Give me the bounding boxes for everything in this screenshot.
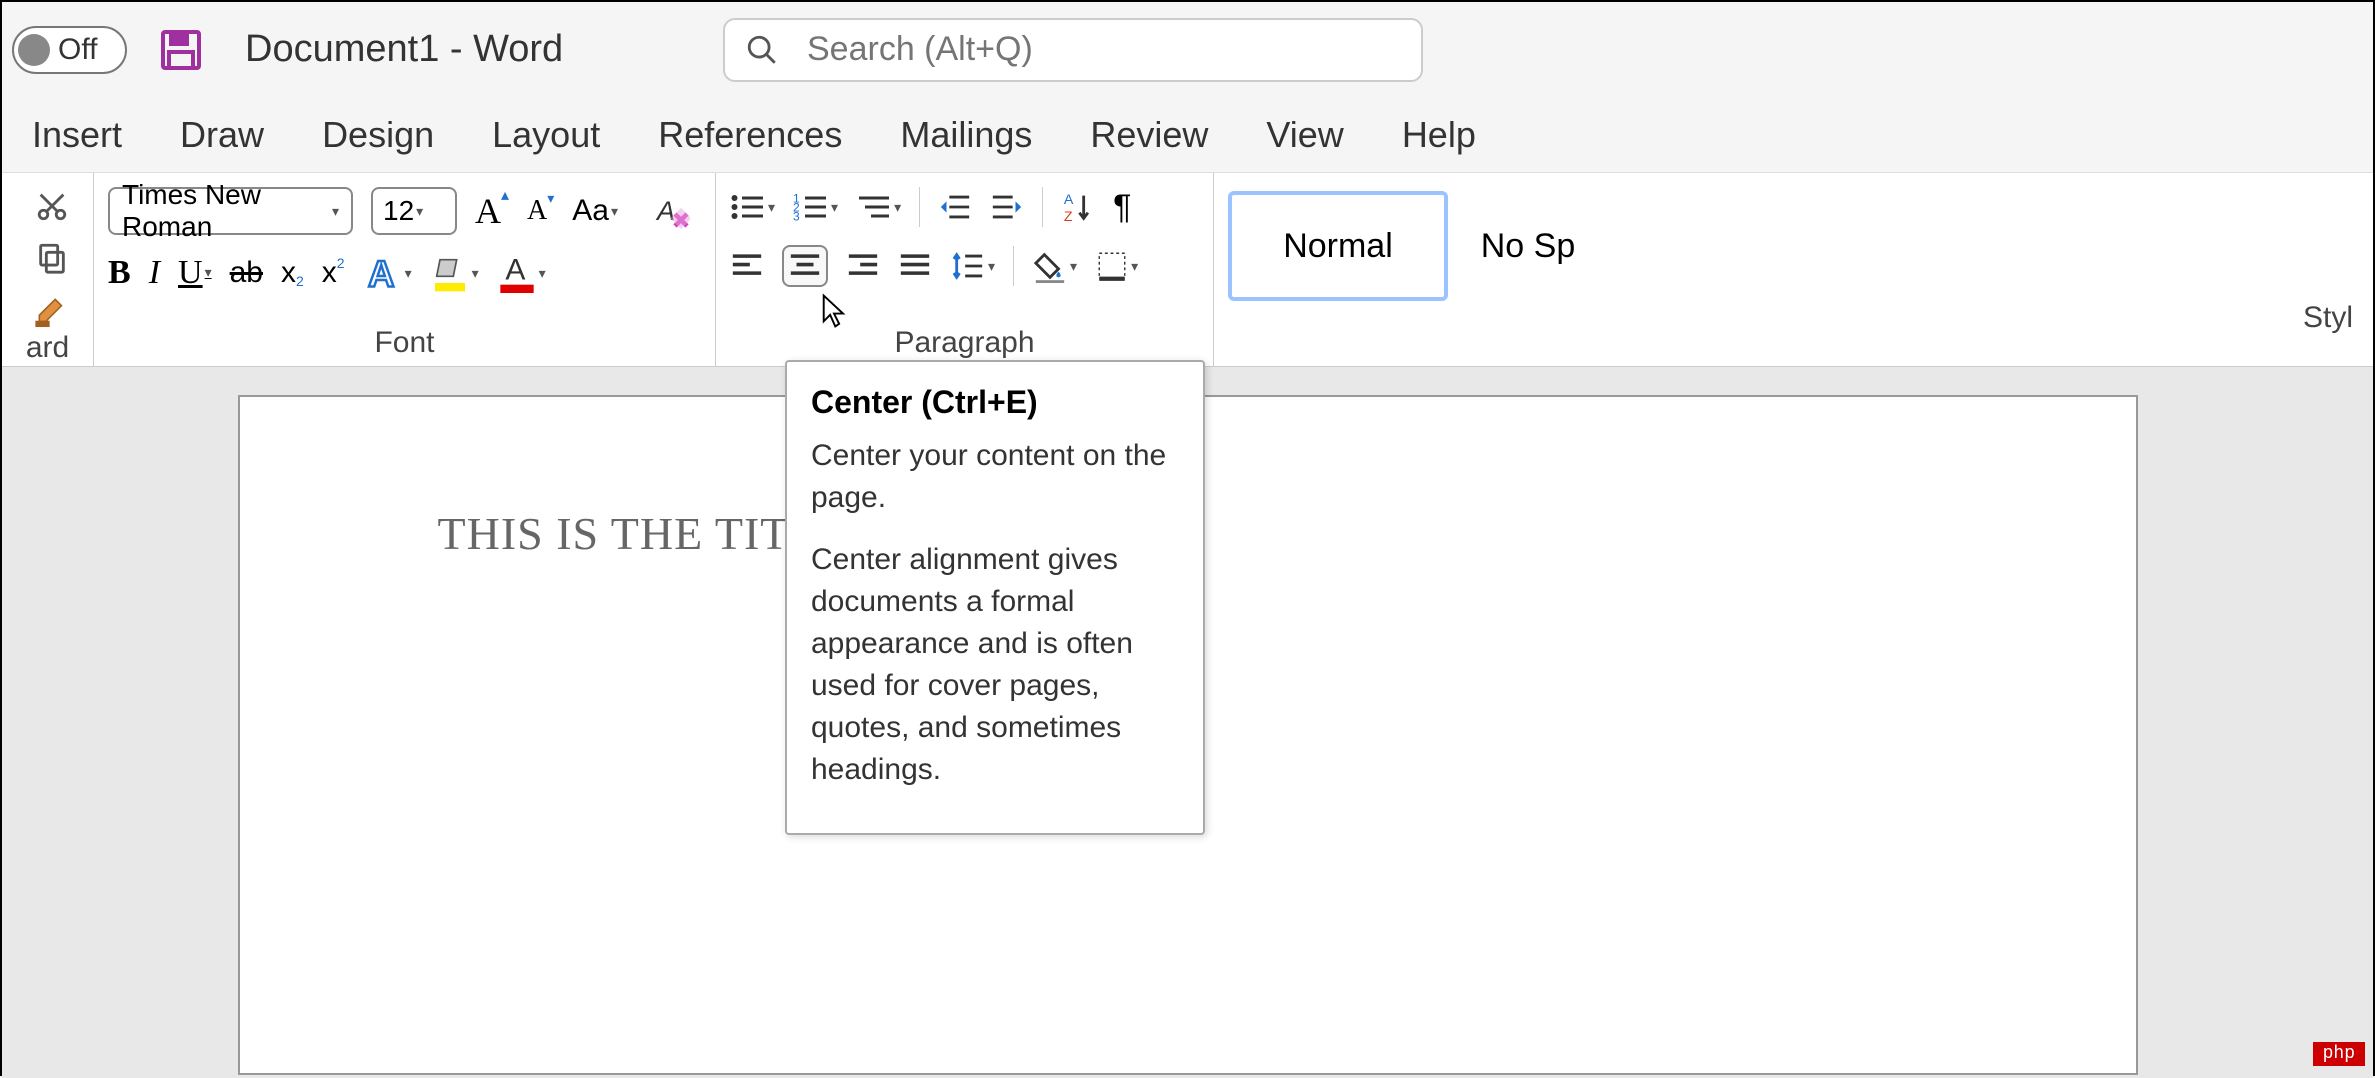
text-effects-button[interactable]: A▾: [363, 253, 412, 293]
toggle-knob: [18, 34, 50, 66]
font-family-value: Times New Roman: [122, 179, 330, 243]
cut-button[interactable]: [35, 189, 69, 223]
svg-text:A: A: [1064, 192, 1074, 208]
autosave-toggle[interactable]: Off: [12, 26, 127, 74]
tab-mailings[interactable]: Mailings: [900, 114, 1032, 156]
style-normal[interactable]: Normal: [1228, 191, 1448, 301]
paragraph-group: ▾ 123 ▾ ▾ AZ ¶ ▾ ▾ ▾ Paragrap: [716, 173, 1214, 366]
shading-button[interactable]: ▾: [1032, 249, 1077, 283]
bullets-button[interactable]: ▾: [730, 192, 775, 222]
svg-text:Z: Z: [1064, 209, 1073, 224]
svg-text:3: 3: [793, 210, 800, 223]
svg-text:A: A: [505, 254, 525, 287]
font-size-value: 12: [383, 195, 414, 227]
justify-button[interactable]: [898, 251, 932, 281]
copy-button[interactable]: [35, 241, 69, 275]
style-no-spacing[interactable]: No Sp: [1468, 191, 1588, 301]
chevron-down-icon: ▾: [332, 203, 339, 220]
ribbon-tabs: Insert Draw Design Layout References Mai…: [2, 97, 2373, 172]
svg-text:A: A: [655, 196, 675, 226]
search-box[interactable]: [723, 18, 1423, 82]
font-size-combo[interactable]: 12 ▾: [371, 187, 457, 235]
tab-layout[interactable]: Layout: [492, 114, 600, 156]
grow-font-button[interactable]: A▴: [475, 190, 509, 232]
format-painter-button[interactable]: [33, 293, 71, 331]
save-button[interactable]: [157, 26, 205, 74]
tab-draw[interactable]: Draw: [180, 114, 264, 156]
document-text: THIS IS THE TITLE OF M: [438, 507, 2136, 560]
font-family-combo[interactable]: Times New Roman ▾: [108, 187, 353, 235]
line-spacing-button[interactable]: ▾: [950, 249, 995, 283]
document-title: Document1 - Word: [245, 28, 563, 71]
tab-review[interactable]: Review: [1090, 114, 1208, 156]
clipboard-group-label: ard: [16, 331, 79, 371]
subscript-button[interactable]: x2: [281, 256, 304, 290]
tab-view[interactable]: View: [1266, 114, 1343, 156]
highlight-button[interactable]: ▾: [430, 253, 479, 293]
clipboard-group: ard: [2, 173, 94, 366]
tooltip-line1: Center your content on the page.: [811, 435, 1179, 519]
ribbon: ard Times New Roman ▾ 12 ▾ A▴ A▾ Aa ▾ A: [2, 172, 2373, 367]
chevron-down-icon: ▾: [416, 203, 423, 220]
tab-help[interactable]: Help: [1402, 114, 1476, 156]
tooltip-line2: Center alignment gives documents a forma…: [811, 539, 1179, 791]
font-color-button[interactable]: A▾: [497, 253, 546, 293]
svg-text:A: A: [368, 253, 394, 293]
shrink-font-button[interactable]: A▾: [527, 195, 554, 227]
underline-button[interactable]: U ▾: [178, 254, 212, 292]
italic-button[interactable]: I: [149, 254, 160, 292]
clear-formatting-button[interactable]: A: [654, 193, 690, 229]
show-paragraph-marks-button[interactable]: ¶: [1113, 188, 1131, 227]
tab-references[interactable]: References: [658, 114, 842, 156]
font-group: Times New Roman ▾ 12 ▾ A▴ A▾ Aa ▾ A B I …: [94, 173, 716, 366]
sort-button[interactable]: AZ: [1061, 190, 1095, 224]
tab-design[interactable]: Design: [322, 114, 434, 156]
strikethrough-button[interactable]: ab: [230, 256, 263, 290]
increase-indent-button[interactable]: [990, 192, 1024, 222]
numbering-button[interactable]: 123 ▾: [793, 192, 838, 222]
styles-group-label: Styl: [1228, 301, 2359, 341]
tooltip-center: Center (Ctrl+E) Center your content on t…: [785, 360, 1205, 835]
align-left-button[interactable]: [730, 251, 764, 281]
toggle-label: Off: [58, 33, 97, 67]
watermark: php: [2313, 1042, 2365, 1066]
styles-group: Normal No Sp Styl: [1214, 173, 2373, 366]
font-group-label: Font: [108, 326, 701, 366]
borders-button[interactable]: ▾: [1095, 249, 1138, 283]
align-center-button[interactable]: [782, 245, 828, 287]
superscript-button[interactable]: x2: [322, 256, 345, 290]
search-input[interactable]: [807, 30, 1401, 69]
bold-button[interactable]: B: [108, 254, 131, 292]
search-icon: [745, 33, 779, 67]
tooltip-title: Center (Ctrl+E): [811, 384, 1179, 421]
tab-insert[interactable]: Insert: [32, 114, 122, 156]
change-case-button[interactable]: Aa ▾: [572, 194, 618, 228]
align-right-button[interactable]: [846, 251, 880, 281]
multilevel-list-button[interactable]: ▾: [856, 192, 901, 222]
cursor-icon: [820, 293, 848, 334]
decrease-indent-button[interactable]: [938, 192, 972, 222]
title-bar: Off Document1 - Word: [2, 2, 2373, 97]
